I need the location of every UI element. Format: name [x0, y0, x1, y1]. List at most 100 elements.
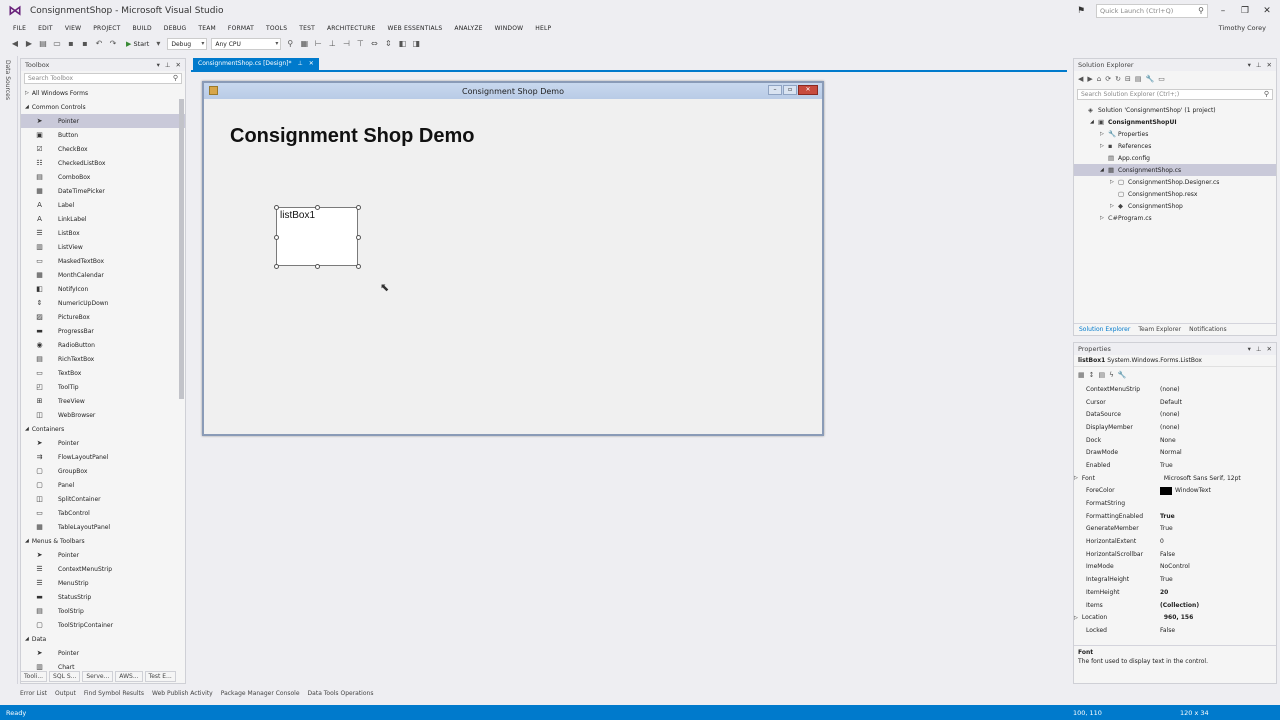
toolbox-item[interactable]: ▣ Button [21, 128, 185, 142]
property-value[interactable]: True [1160, 525, 1276, 532]
new-project-icon[interactable]: ▤ [38, 39, 48, 49]
property-value[interactable]: False [1160, 551, 1276, 558]
property-value[interactable]: Normal [1160, 449, 1276, 456]
tree-node[interactable]: ▢ ConsignmentShop.resx [1074, 188, 1276, 200]
property-value[interactable]: True [1160, 513, 1276, 520]
tree-node[interactable]: ◢ ▣ ConsignmentShopUI [1074, 116, 1276, 128]
expanded-icon[interactable]: ◢ [1090, 119, 1098, 125]
toolbox-item[interactable]: ◰ ToolTip [21, 380, 185, 394]
property-value[interactable]: (none) [1160, 411, 1276, 418]
tab-data-tools-operations[interactable]: Data Tools Operations [308, 690, 374, 697]
tree-node[interactable]: ▷ C# Program.cs [1074, 212, 1276, 224]
property-value[interactable]: True [1160, 462, 1276, 469]
collapsed-icon[interactable]: ▷ [1100, 131, 1108, 137]
menu-analyze[interactable]: ANALYZE [448, 25, 488, 32]
expanded-icon[interactable]: ◢ [25, 104, 29, 110]
resize-handle-top-right[interactable] [356, 205, 361, 210]
menu-edit[interactable]: EDIT [32, 25, 59, 32]
tree-node[interactable]: ▤ App.config [1074, 152, 1276, 164]
property-row[interactable]: ImeMode NoControl [1074, 561, 1276, 574]
toolbox-item[interactable]: ▬ StatusStrip [21, 590, 185, 604]
menu-tools[interactable]: TOOLS [260, 25, 293, 32]
close-icon[interactable]: ✕ [176, 61, 181, 69]
notifications-flag-icon[interactable]: ⚑ [1074, 6, 1088, 16]
close-tab-icon[interactable]: ✕ [309, 60, 314, 68]
toolbox-item[interactable]: ⊞ TreeView [21, 394, 185, 408]
start-dropdown-icon[interactable]: ▾ [153, 39, 163, 49]
forward-icon[interactable]: ▶ [1087, 75, 1092, 83]
toolbox-item[interactable]: ◫ WebBrowser [21, 408, 185, 422]
menu-test[interactable]: TEST [293, 25, 321, 32]
make-same-width-icon[interactable]: ⇔ [369, 39, 379, 49]
pin-icon[interactable]: ⊥ [165, 61, 171, 69]
make-same-height-icon[interactable]: ⇕ [383, 39, 393, 49]
properties-icon[interactable]: 🔧 [1145, 75, 1154, 83]
resize-handle-bottom[interactable] [315, 264, 320, 269]
heading-label[interactable]: Consignment Shop Demo [230, 125, 474, 148]
toolbox-category[interactable]: ◢ Common Controls [21, 100, 185, 114]
toolbox-item[interactable]: ▥ ListView [21, 240, 185, 254]
show-all-files-icon[interactable]: ▤ [1135, 75, 1142, 83]
navigate-forward-icon[interactable]: ▶ [24, 39, 34, 49]
property-row[interactable]: FormattingEnabled True [1074, 510, 1276, 523]
categorized-icon[interactable]: ▦ [1078, 371, 1085, 379]
property-value[interactable]: None [1160, 437, 1276, 444]
resize-handle-bottom-right[interactable] [356, 264, 361, 269]
tab-package-manager-console[interactable]: Package Manager Console [221, 690, 300, 697]
refresh-icon[interactable]: ↻ [1115, 75, 1121, 83]
toolbox-item[interactable]: ◧ NotifyIcon [21, 282, 185, 296]
toolbox-item[interactable]: A Label [21, 198, 185, 212]
property-value[interactable]: 20 [1160, 589, 1276, 596]
panel-menu-icon[interactable]: ▾ [1248, 61, 1251, 69]
redo-icon[interactable]: ↷ [108, 39, 118, 49]
toolbox-item[interactable]: ☰ ContextMenuStrip [21, 562, 185, 576]
tree-node[interactable]: ▷ ▪ References [1074, 140, 1276, 152]
tab-consignmentshop-design[interactable]: ConsignmentShop.cs [Design]* ⊥ ✕ [193, 58, 319, 70]
menu-team[interactable]: TEAM [192, 25, 222, 32]
save-all-icon[interactable]: ▪ [80, 39, 90, 49]
toolbox-bottom-tab[interactable]: Test E... [144, 671, 176, 682]
resize-handle-top[interactable] [315, 205, 320, 210]
property-row[interactable]: DrawMode Normal [1074, 446, 1276, 459]
panel-menu-icon[interactable]: ▾ [1248, 345, 1251, 353]
collapse-all-icon[interactable]: ⊟ [1125, 75, 1131, 83]
pin-icon[interactable]: ⊥ [1256, 61, 1262, 69]
property-row[interactable]: HorizontalScrollbar False [1074, 548, 1276, 561]
property-value[interactable]: False [1160, 627, 1276, 634]
toolbox-item[interactable]: ▬ ProgressBar [21, 324, 185, 338]
toolbox-item[interactable]: ➤ Pointer [21, 436, 185, 450]
tree-node[interactable]: ◈ Solution 'ConsignmentShop' (1 project) [1074, 104, 1276, 116]
tab-output[interactable]: Output [55, 690, 76, 697]
pin-icon[interactable]: ⊥ [1256, 345, 1262, 353]
toolbox-item[interactable]: ◫ SplitContainer [21, 492, 185, 506]
form-designer-window[interactable]: Consignment Shop Demo – ▫ ✕ Consignment … [202, 81, 824, 436]
property-row[interactable]: GenerateMember True [1074, 523, 1276, 536]
toolbox-item[interactable]: ▢ ToolStripContainer [21, 618, 185, 632]
resize-handle-left[interactable] [274, 235, 279, 240]
tree-node[interactable]: ▷ 🔧 Properties [1074, 128, 1276, 140]
tab-web-publish-activity[interactable]: Web Publish Activity [152, 690, 213, 697]
toolbox-item[interactable]: ▦ MonthCalendar [21, 268, 185, 282]
panel-menu-icon[interactable]: ▾ [157, 61, 160, 69]
toolbox-item[interactable]: ▤ RichTextBox [21, 352, 185, 366]
toolbox-item[interactable]: ▭ TextBox [21, 366, 185, 380]
toolbox-item[interactable]: ☑ CheckBox [21, 142, 185, 156]
resize-handle-bottom-left[interactable] [274, 264, 279, 269]
property-value[interactable]: WindowText [1160, 486, 1276, 495]
undo-icon[interactable]: ↶ [94, 39, 104, 49]
property-value[interactable]: 0 [1160, 538, 1276, 545]
preview-icon[interactable]: ▭ [1158, 75, 1165, 83]
solution-configuration-select[interactable]: Debug [167, 38, 208, 50]
menu-project[interactable]: PROJECT [87, 25, 126, 32]
open-file-icon[interactable]: ▭ [52, 39, 62, 49]
collapsed-icon[interactable]: ▷ [25, 90, 29, 96]
toolbox-item[interactable]: ▦ TableLayoutPanel [21, 520, 185, 534]
align-rights-icon[interactable]: ⊣ [341, 39, 351, 49]
toolbox-item[interactable]: ⇕ NumericUpDown [21, 296, 185, 310]
property-row[interactable]: DataSource (none) [1074, 408, 1276, 421]
toolbox-item[interactable]: ▢ GroupBox [21, 464, 185, 478]
toolbox-item[interactable]: ☷ CheckedListBox [21, 156, 185, 170]
collapsed-icon[interactable]: ▷ [1100, 143, 1108, 149]
listbox-control[interactable]: listBox1 [276, 207, 358, 266]
toolbox-item[interactable]: ➤ Pointer [21, 646, 185, 660]
